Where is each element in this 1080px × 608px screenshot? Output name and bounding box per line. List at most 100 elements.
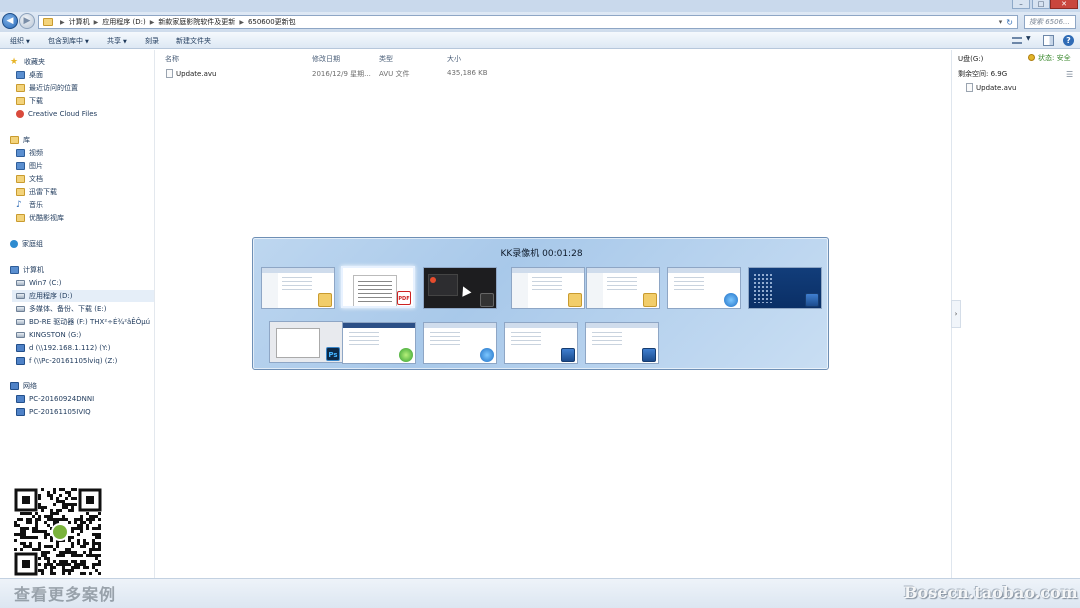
sidebar-item-downloads[interactable]: 下载 bbox=[16, 95, 43, 107]
qr-module bbox=[50, 566, 53, 569]
switcher-thumb-explorer-2[interactable] bbox=[511, 267, 585, 309]
sidebar-item-drive-g[interactable]: KINGSTON (G:) bbox=[16, 329, 81, 341]
qr-module bbox=[83, 563, 86, 566]
qr-module bbox=[47, 545, 50, 548]
qr-module bbox=[38, 506, 41, 509]
pc-icon bbox=[16, 408, 25, 416]
sidebar-item-recent[interactable]: 最近访问的位置 bbox=[16, 82, 78, 94]
qr-module bbox=[59, 494, 62, 497]
switcher-thumb-explorer-1[interactable] bbox=[261, 267, 335, 309]
sidebar-item-thunder-downloads[interactable]: 迅雷下载 bbox=[16, 186, 57, 198]
qr-module bbox=[23, 536, 26, 539]
sidebar-section-favorites[interactable]: ★ 收藏夹 bbox=[10, 56, 45, 68]
switcher-thumb-photoshop[interactable]: Ps bbox=[269, 321, 343, 363]
help-icon[interactable]: ? bbox=[1063, 35, 1074, 46]
qr-module bbox=[98, 512, 101, 515]
remote-desktop-icon bbox=[642, 348, 656, 362]
sidebar-item-creative-cloud[interactable]: Creative Cloud Files bbox=[16, 108, 97, 120]
switcher-thumb-pdf[interactable]: PDF bbox=[341, 266, 415, 308]
view-options-icon[interactable] bbox=[1012, 37, 1022, 44]
preview-file[interactable]: Update.avu bbox=[966, 83, 1016, 92]
include-in-library-button[interactable]: 包含到库中 ▼ bbox=[48, 36, 89, 46]
sidebar-item-drive-y[interactable]: d (\\192.168.1.112) (Y:) bbox=[16, 342, 110, 354]
switcher-thumb-browser[interactable] bbox=[342, 322, 416, 364]
breadcrumb-current[interactable]: 650600更新包 bbox=[248, 17, 296, 27]
qr-module bbox=[26, 545, 29, 548]
security-status[interactable]: 状态: 安全 bbox=[1028, 53, 1071, 63]
qr-module bbox=[95, 569, 98, 572]
burn-button[interactable]: 刻录 bbox=[145, 36, 159, 46]
switcher-thumb-desktop[interactable] bbox=[748, 267, 822, 309]
qr-module bbox=[26, 527, 29, 530]
address-bar[interactable]: ▶ 计算机 ▶ 应用程序 (D:) ▶ 新款家庭影院软件及更新 ▶ 650600… bbox=[38, 15, 1018, 29]
switcher-thumb-ie-1[interactable] bbox=[667, 267, 741, 309]
sidebar-item-pc-1[interactable]: PC-20160924DNNI bbox=[16, 393, 94, 405]
sidebar-item-drive-z[interactable]: f (\\Pc-20161105lviq) (Z:) bbox=[16, 355, 117, 367]
sidebar-item-pc-2[interactable]: PC-20161105IVIQ bbox=[16, 406, 91, 418]
sidebar-item-desktop[interactable]: 桌面 bbox=[16, 69, 43, 81]
recent-places-icon bbox=[16, 84, 25, 92]
sidebar-item-pictures[interactable]: 图片 bbox=[16, 160, 43, 172]
sidebar-section-network[interactable]: 网络 bbox=[10, 380, 37, 392]
column-header-size[interactable]: 大小 bbox=[447, 54, 461, 64]
qr-module bbox=[38, 494, 41, 497]
breadcrumb-computer[interactable]: 计算机 bbox=[69, 17, 90, 27]
chevron-down-icon: ▼ bbox=[26, 39, 30, 45]
sidebar-item-music[interactable]: ♪ 音乐 bbox=[16, 199, 43, 211]
sidebar-item-youku[interactable]: 优酷影视库 bbox=[16, 212, 64, 224]
qr-module bbox=[74, 527, 77, 530]
organize-button[interactable]: 组织 ▼ bbox=[10, 36, 30, 46]
qr-module bbox=[65, 569, 68, 572]
switcher-thumb-explorer-3[interactable] bbox=[586, 267, 660, 309]
sidebar-item-videos[interactable]: 视频 bbox=[16, 147, 43, 159]
column-header-modified[interactable]: 修改日期 bbox=[312, 54, 340, 64]
sidebar-item-drive-d[interactable]: 应用程序 (D:) bbox=[12, 290, 154, 302]
sidebar-section-computer[interactable]: 计算机 bbox=[10, 264, 44, 276]
column-header-type[interactable]: 类型 bbox=[379, 54, 393, 64]
chevron-down-icon: ▼ bbox=[123, 39, 127, 45]
forward-button[interactable]: ▶ bbox=[19, 13, 35, 29]
refresh-icon[interactable]: ↻ bbox=[1006, 18, 1013, 27]
qr-module bbox=[53, 518, 56, 521]
preview-pane-icon[interactable] bbox=[1043, 35, 1054, 46]
maximize-button[interactable]: □ bbox=[1032, 0, 1050, 9]
creative-cloud-icon bbox=[16, 110, 24, 118]
collapse-pane-button[interactable]: › bbox=[951, 300, 961, 328]
sidebar-item-label: 视频 bbox=[29, 149, 43, 157]
qr-module bbox=[47, 491, 50, 494]
sidebar-item-label: KINGSTON (G:) bbox=[29, 331, 82, 339]
column-header-name[interactable]: 名称 bbox=[165, 54, 179, 64]
qr-module bbox=[53, 512, 56, 515]
new-folder-button[interactable]: 新建文件夹 bbox=[176, 36, 211, 46]
minimize-button[interactable]: – bbox=[1012, 0, 1030, 9]
share-button[interactable]: 共享 ▼ bbox=[107, 36, 127, 46]
sidebar-item-drive-e[interactable]: 多媒体、备份、下载 (E:) bbox=[16, 303, 106, 315]
internet-explorer-icon bbox=[724, 293, 738, 307]
sidebar-item-drive-c[interactable]: Win7 (C:) bbox=[16, 277, 62, 289]
chevron-down-icon[interactable]: ▼ bbox=[1026, 35, 1031, 42]
breadcrumb-drive-d[interactable]: 应用程序 (D:) bbox=[102, 17, 145, 27]
switcher-thumb-remote-2[interactable] bbox=[585, 322, 659, 364]
sidebar-section-libraries[interactable]: 库 bbox=[10, 134, 30, 146]
qr-module bbox=[95, 515, 98, 518]
qr-module bbox=[20, 542, 23, 545]
qr-module bbox=[77, 527, 80, 530]
chevron-down-icon[interactable]: ▾ bbox=[999, 18, 1003, 26]
switcher-thumb-kk-recorder[interactable] bbox=[423, 267, 497, 309]
switcher-thumb-ie-2[interactable] bbox=[423, 322, 497, 364]
sidebar-item-documents[interactable]: 文档 bbox=[16, 173, 43, 185]
menu-icon[interactable]: ☰ bbox=[1066, 70, 1073, 79]
breadcrumb-folder[interactable]: 新款家庭影院软件及更新 bbox=[158, 17, 235, 27]
qr-module bbox=[20, 536, 23, 539]
qr-module bbox=[83, 572, 86, 575]
qr-module bbox=[62, 506, 65, 509]
switcher-thumb-remote-1[interactable] bbox=[504, 322, 578, 364]
search-input[interactable]: 搜索 6506... bbox=[1024, 15, 1076, 29]
qr-module bbox=[68, 521, 71, 524]
qr-module bbox=[77, 533, 80, 536]
sidebar-item-drive-f[interactable]: BD-RE 驱动器 (F:) THX²÷É¾²âÊÔµú bbox=[16, 316, 150, 328]
sidebar-section-homegroup[interactable]: 家庭组 bbox=[10, 238, 43, 250]
include-in-library-label: 包含到库中 bbox=[48, 37, 83, 45]
back-button[interactable]: ◀ bbox=[2, 13, 18, 29]
close-button[interactable]: ✕ bbox=[1050, 0, 1078, 9]
